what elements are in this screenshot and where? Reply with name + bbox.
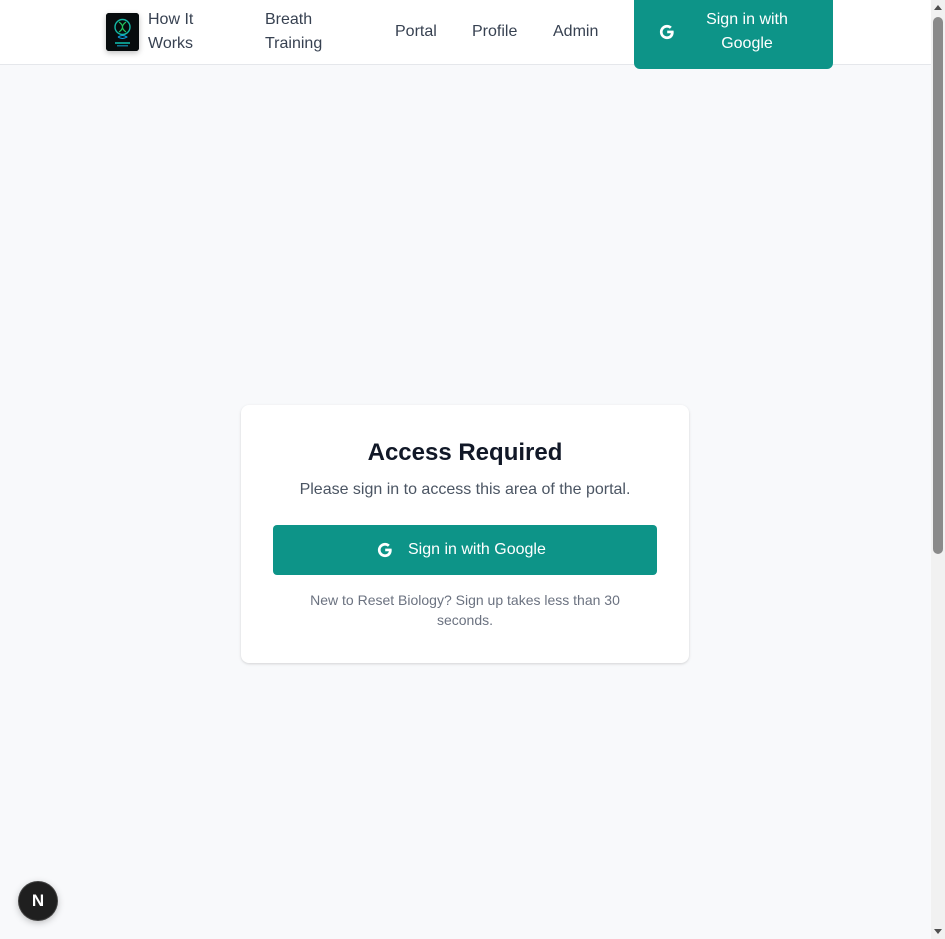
sign-in-with-google-button[interactable]: Sign in with Google [273,525,657,575]
nav-link-admin[interactable]: Admin [553,20,598,44]
nav-sign-in-label: Sign in with Google [706,11,788,52]
scroll-up-arrow-icon[interactable] [934,5,942,10]
sign-in-button-label: Sign in with Google [408,541,546,558]
nav-link-how-it-works[interactable]: How It Works [148,8,228,56]
nav-link-portal[interactable]: Portal [395,20,437,44]
devtools-label: N [31,891,45,910]
scroll-down-arrow-icon[interactable] [934,929,942,934]
access-required-card: Access Required Please sign in to access… [241,405,689,663]
card-title: Access Required [367,439,563,466]
vertical-scrollbar[interactable] [931,0,945,939]
nextjs-devtools-icon[interactable]: N [19,882,57,920]
scrollbar-thumb[interactable] [933,17,943,554]
nav-link-breath-training[interactable]: Breath Training [265,8,355,56]
card-subtitle: Please sign in to access this area of th… [299,481,631,498]
reset-biology-logo-icon[interactable] [106,13,139,51]
google-icon [658,23,676,46]
google-icon [376,541,394,564]
signup-note: New to Reset Biology? Sign up takes less… [310,592,620,628]
top-navbar: How It Works Breath Training Portal Prof… [0,0,931,69]
nav-sign-in-button[interactable]: Sign in with Google [634,0,833,69]
nav-link-profile[interactable]: Profile [472,20,517,44]
